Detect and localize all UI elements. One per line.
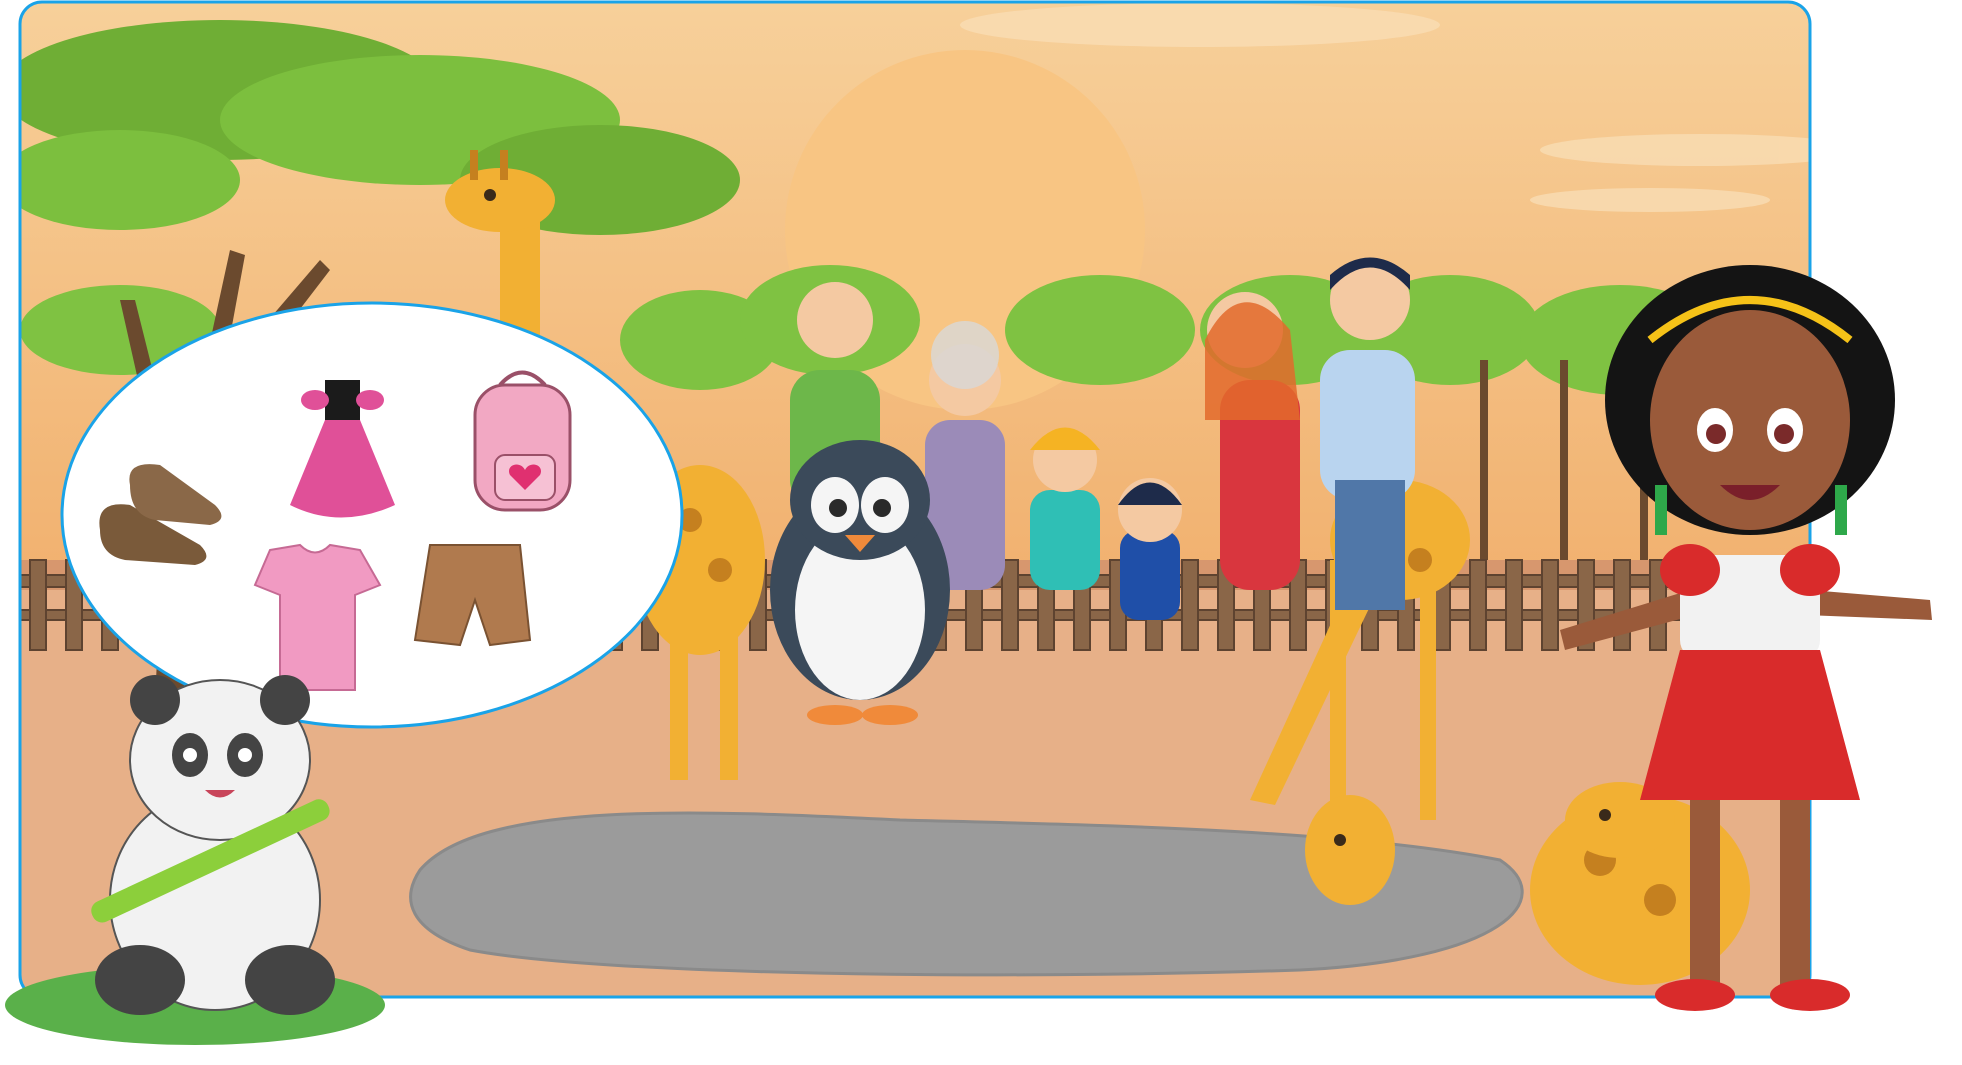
zoo-scene-illustration — [0, 0, 1962, 1065]
fence-post — [1613, 559, 1631, 651]
fence-post — [1469, 559, 1487, 651]
fence-post — [1001, 559, 1019, 651]
backpack-icon[interactable] — [473, 370, 572, 512]
clothing-panel — [60, 301, 684, 729]
fence-post — [1541, 559, 1559, 651]
fence-post — [1505, 559, 1523, 651]
fence-post — [29, 559, 47, 651]
fence-post — [1181, 559, 1199, 651]
